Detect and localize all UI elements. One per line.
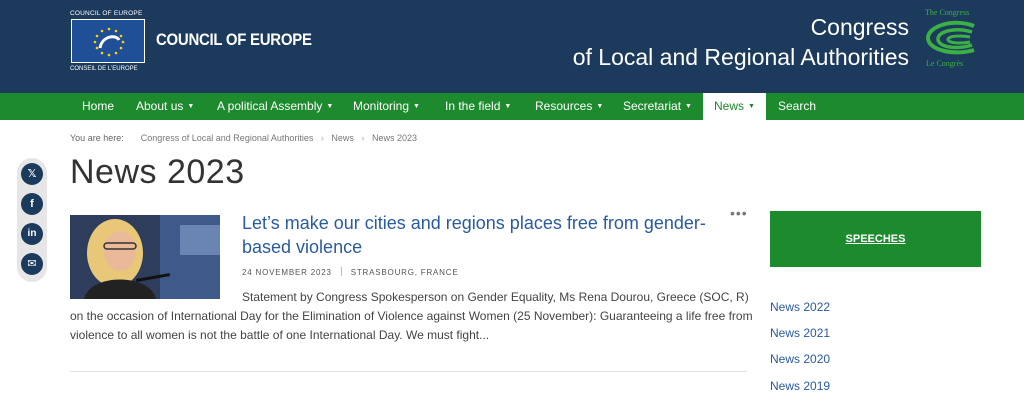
article-title-link[interactable]: Let’s make our cities and regions places… [242,211,722,259]
nav-item-about-us[interactable]: About us ▼ [125,93,205,120]
congress-title-line1: Congress [810,14,909,40]
speeches-button[interactable]: SPEECHES [770,211,981,267]
congress-logo[interactable]: The Congress Le Congrès [922,8,982,70]
congress-logo-top-text: The Congress [925,8,970,17]
article-meta: 24 NOVEMBER 2023 STRASBOURG, FRANCE [242,267,458,277]
article-summary-line1: Statement by Congress Spokesperson on Ge… [242,290,749,304]
breadcrumb-separator: › [361,133,365,143]
coe-logo-bottom-text: CONSEIL DE L'EUROPE [70,66,138,72]
breadcrumb-link-congress[interactable]: Congress of Local and Regional Authoriti… [141,133,314,143]
news-2021-link[interactable]: News 2021 [770,326,830,340]
council-of-europe-name[interactable]: COUNCIL OF EUROPE [156,30,312,50]
main-nav: Home About us ▼ A political Assembly ▼ Mon… [0,93,1024,120]
nav-item-resources[interactable]: Resources ▼ [524,93,614,120]
nav-item-political-assembly[interactable]: A political Assembly ▼ [206,93,344,120]
x-twitter-icon[interactable]: 𝕏 [21,163,43,185]
chevron-down-icon: ▼ [326,103,334,111]
breadcrumb: You are here: › Congress of Local and Re… [70,133,417,143]
meta-divider [340,267,342,276]
news-2020-link[interactable]: News 2020 [770,352,830,366]
chevron-down-icon: ▼ [413,103,420,111]
news-2022-link[interactable]: News 2022 [770,300,830,314]
nav-item-monitoring[interactable]: Monitoring ▼ [342,93,431,120]
congress-title[interactable]: Congress of Local and Regional Authoriti… [573,12,909,72]
congress-swoosh-icon [925,20,975,55]
coe-logo-top-text: COUNCIL OF EUROPE [70,10,143,17]
congress-logo-bottom-text: Le Congrès [926,59,964,68]
breadcrumb-separator: › [320,133,324,143]
chevron-down-icon: ▼ [187,103,195,111]
social-share-bar: 𝕏 f in ✉ [17,158,47,282]
nav-item-in-the-field[interactable]: In the field ▼ [434,93,522,120]
article-summary-rest: on the occasion of International Day for… [70,309,753,342]
chevron-down-icon: ▼ [685,103,692,111]
coe-flag-icon [71,19,145,63]
nav-item-search[interactable]: Search [767,93,827,120]
nav-item-home[interactable]: Home [71,93,125,120]
chevron-down-icon: ▼ [748,103,755,111]
facebook-icon[interactable]: f [21,193,43,215]
chevron-down-icon: ▼ [504,103,512,111]
linkedin-icon[interactable]: in [21,223,43,245]
article-date: 24 NOVEMBER 2023 [242,268,332,277]
breadcrumb-link-news[interactable]: News [331,133,354,143]
email-icon[interactable]: ✉ [21,253,43,275]
council-of-europe-logo[interactable]: COUNCIL OF EUROPE CONSEIL DE L'EUROPE [70,10,146,72]
news-2019-link[interactable]: News 2019 [770,379,830,393]
congress-title-line2: of Local and Regional Authorities [572,44,909,70]
nav-item-secretariat[interactable]: Secretariat ▼ [612,93,703,120]
article-thumbnail[interactable] [70,215,220,299]
chevron-down-icon: ▼ [596,103,604,111]
breadcrumb-current: News 2023 [371,133,417,143]
breadcrumb-prefix: You are here: [70,133,124,143]
article-location: STRASBOURG, FRANCE [350,268,459,277]
article-divider [70,371,747,372]
more-options-icon[interactable]: ••• [730,205,748,221]
nav-item-news[interactable]: News ▼ [703,93,766,120]
site-header: COUNCIL OF EUROPE CONSEIL DE L'EUROPE CO… [0,0,1024,93]
page-title: News 2023 [70,153,245,191]
